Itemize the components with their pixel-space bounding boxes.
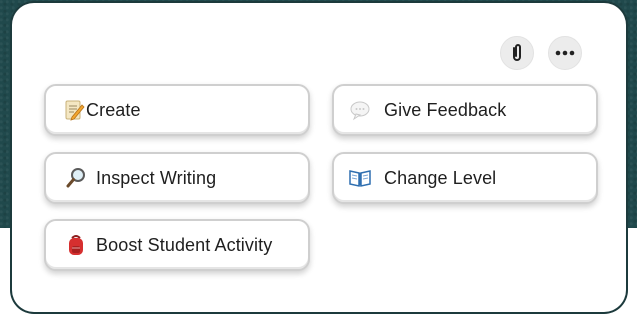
create-button[interactable]: Create [44,84,310,136]
backpack-icon [64,233,88,257]
panel-toolbar [500,36,582,70]
attach-button[interactable] [500,36,534,70]
magnifying-glass-icon [64,166,88,190]
inspect-writing-button[interactable]: Inspect Writing [44,152,310,204]
boost-student-activity-button[interactable]: Boost Student Activity [44,219,310,271]
memo-icon [62,98,86,122]
inspect-writing-label: Inspect Writing [96,167,217,188]
boost-student-activity-label: Boost Student Activity [96,234,273,255]
give-feedback-label: Give Feedback [384,99,507,120]
more-options-button[interactable] [548,36,582,70]
create-label: Create [86,99,141,120]
change-level-label: Change Level [384,167,497,188]
give-feedback-button[interactable]: Give Feedback [332,84,598,136]
more-horizontal-icon [555,50,575,56]
suggestion-panel: Create Give Feedback Inspect Writing Cha… [12,3,626,312]
change-level-button[interactable]: Change Level [332,152,598,204]
paperclip-icon [513,44,521,61]
open-book-icon [348,166,372,190]
speech-bubble-icon [348,98,372,122]
